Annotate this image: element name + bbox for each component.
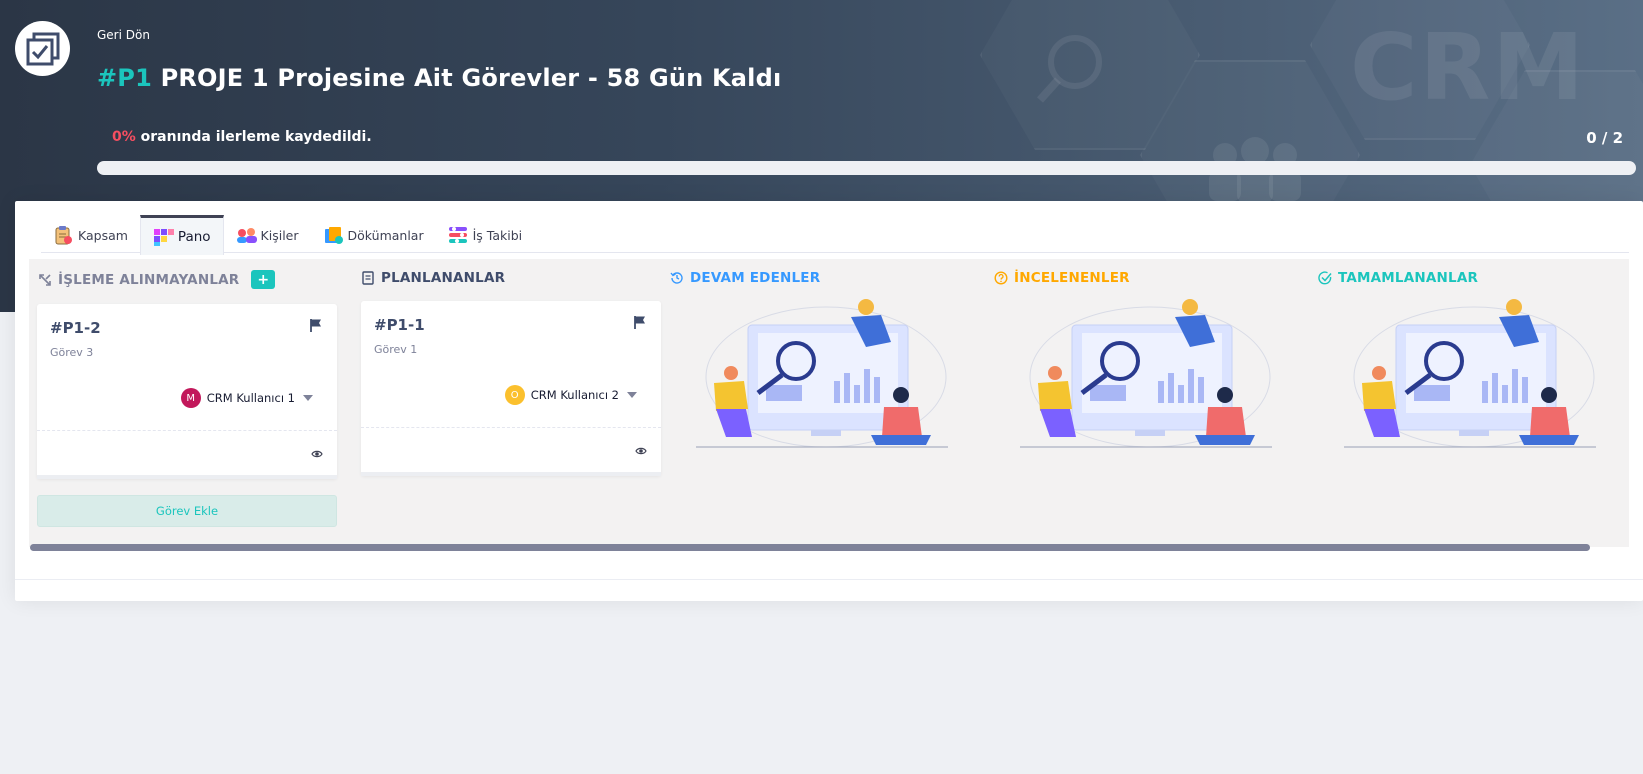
tab-label: Dökümanlar xyxy=(347,227,424,243)
clipboard-icon xyxy=(53,225,73,245)
column-title: İNCELENENLER xyxy=(1014,270,1130,286)
assignee-dropdown[interactable]: M CRM Kullanıcı 1 xyxy=(180,388,313,408)
task-name: Görev 3 xyxy=(50,346,94,359)
progress-count: 0 / 2 xyxy=(1586,129,1623,147)
task-card-footer xyxy=(361,472,661,476)
tab-label: Kapsam xyxy=(78,227,128,243)
history-icon xyxy=(670,272,683,284)
eye-icon[interactable] xyxy=(311,449,323,459)
horizontal-scrollbar[interactable] xyxy=(30,544,1590,551)
empty-column-illustration xyxy=(1020,299,1272,448)
tab-dokumanlar[interactable]: Dökümanlar xyxy=(311,215,436,255)
assignee-name: CRM Kullanıcı 1 xyxy=(206,391,295,405)
avatar: O xyxy=(504,385,525,405)
tab-label: Kişiler xyxy=(260,227,299,243)
people-icon xyxy=(236,225,257,245)
flag-icon[interactable] xyxy=(309,318,323,333)
chevron-down-icon xyxy=(303,395,313,401)
tab-label: İş Takibi xyxy=(472,227,523,243)
kanban-board-icon xyxy=(153,227,174,247)
progress-suffix: oranında ilerleme kaydedildi. xyxy=(140,129,372,145)
crm-watermark: CRM xyxy=(1350,14,1586,121)
column-header-completed: TAMAMLANANLAR xyxy=(1318,270,1478,286)
kanban-board: İŞLEME ALINMAYANLAR + PLANLANANLAR DEVAM… xyxy=(29,259,1629,547)
not-started-icon xyxy=(39,273,51,286)
check-circle-icon xyxy=(1318,271,1332,285)
documents-icon xyxy=(323,225,343,245)
flag-icon[interactable] xyxy=(633,315,647,330)
avatar: M xyxy=(180,388,201,408)
empty-column-illustration xyxy=(696,299,948,448)
column-header-in-progress: DEVAM EDENLER xyxy=(670,270,820,286)
card-footer-divider xyxy=(15,579,1643,580)
checkbox-stack-icon xyxy=(26,32,59,65)
task-card-footer xyxy=(37,475,337,479)
analytics-magnifier-bg-icon xyxy=(1037,35,1102,103)
column-title: DEVAM EDENLER xyxy=(690,270,821,286)
page-title: #P1 PROJE 1 Projesine Ait Görevler - 58 … xyxy=(97,64,781,92)
app-logo[interactable] xyxy=(15,21,70,76)
tab-kapsam[interactable]: Kapsam xyxy=(41,215,140,255)
project-code: #P1 xyxy=(97,64,152,92)
add-column-task-button[interactable]: + xyxy=(251,270,276,289)
progress-text: 0% oranında ilerleme kaydedildi. xyxy=(112,129,372,145)
column-header-not-started: İŞLEME ALINMAYANLAR + xyxy=(38,270,276,289)
question-circle-icon xyxy=(994,271,1008,285)
task-divider xyxy=(361,427,661,428)
column-header-planned: PLANLANANLAR xyxy=(361,270,505,286)
eye-icon[interactable] xyxy=(635,446,647,456)
task-card[interactable]: #P1-1 Görev 1 O CRM Kullanıcı 2 xyxy=(361,301,661,476)
task-divider xyxy=(37,430,337,431)
task-code: #P1-1 xyxy=(374,316,425,334)
main-card: Kapsam Pano Kişiler Dökümanlar İş Takibi xyxy=(15,201,1643,601)
column-header-in-review: İNCELENENLER xyxy=(994,270,1130,286)
chevron-down-icon xyxy=(627,392,637,398)
add-task-button[interactable]: Görev Ekle xyxy=(37,495,337,527)
assignee-dropdown[interactable]: O CRM Kullanıcı 2 xyxy=(504,385,637,405)
task-code: #P1-2 xyxy=(50,319,101,337)
column-title: PLANLANANLAR xyxy=(381,270,506,286)
assignee-name: CRM Kullanıcı 2 xyxy=(530,388,619,402)
progress-bar xyxy=(97,161,1636,175)
progress-percent: 0% xyxy=(112,129,136,145)
tab-kisiler[interactable]: Kişiler xyxy=(224,215,311,255)
column-title: İŞLEME ALINMAYANLAR xyxy=(58,271,240,288)
column-title: TAMAMLANANLAR xyxy=(1338,270,1479,286)
list-icon xyxy=(362,271,374,285)
project-title-text: PROJE 1 Projesine Ait Görevler - 58 Gün … xyxy=(160,64,782,92)
tab-pano[interactable]: Pano xyxy=(139,215,224,255)
task-name: Görev 1 xyxy=(374,343,418,356)
task-card[interactable]: #P1-2 Görev 3 M CRM Kullanıcı 1 xyxy=(37,304,337,479)
tab-is-takibi[interactable]: İş Takibi xyxy=(436,215,535,255)
task-tracking-icon xyxy=(448,225,468,245)
tab-label: Pano xyxy=(177,228,211,245)
back-link[interactable]: Geri Dön xyxy=(97,28,150,42)
empty-column-illustration xyxy=(1344,299,1596,448)
tab-bar: Kapsam Pano Kişiler Dökümanlar İş Takibi xyxy=(41,213,534,255)
